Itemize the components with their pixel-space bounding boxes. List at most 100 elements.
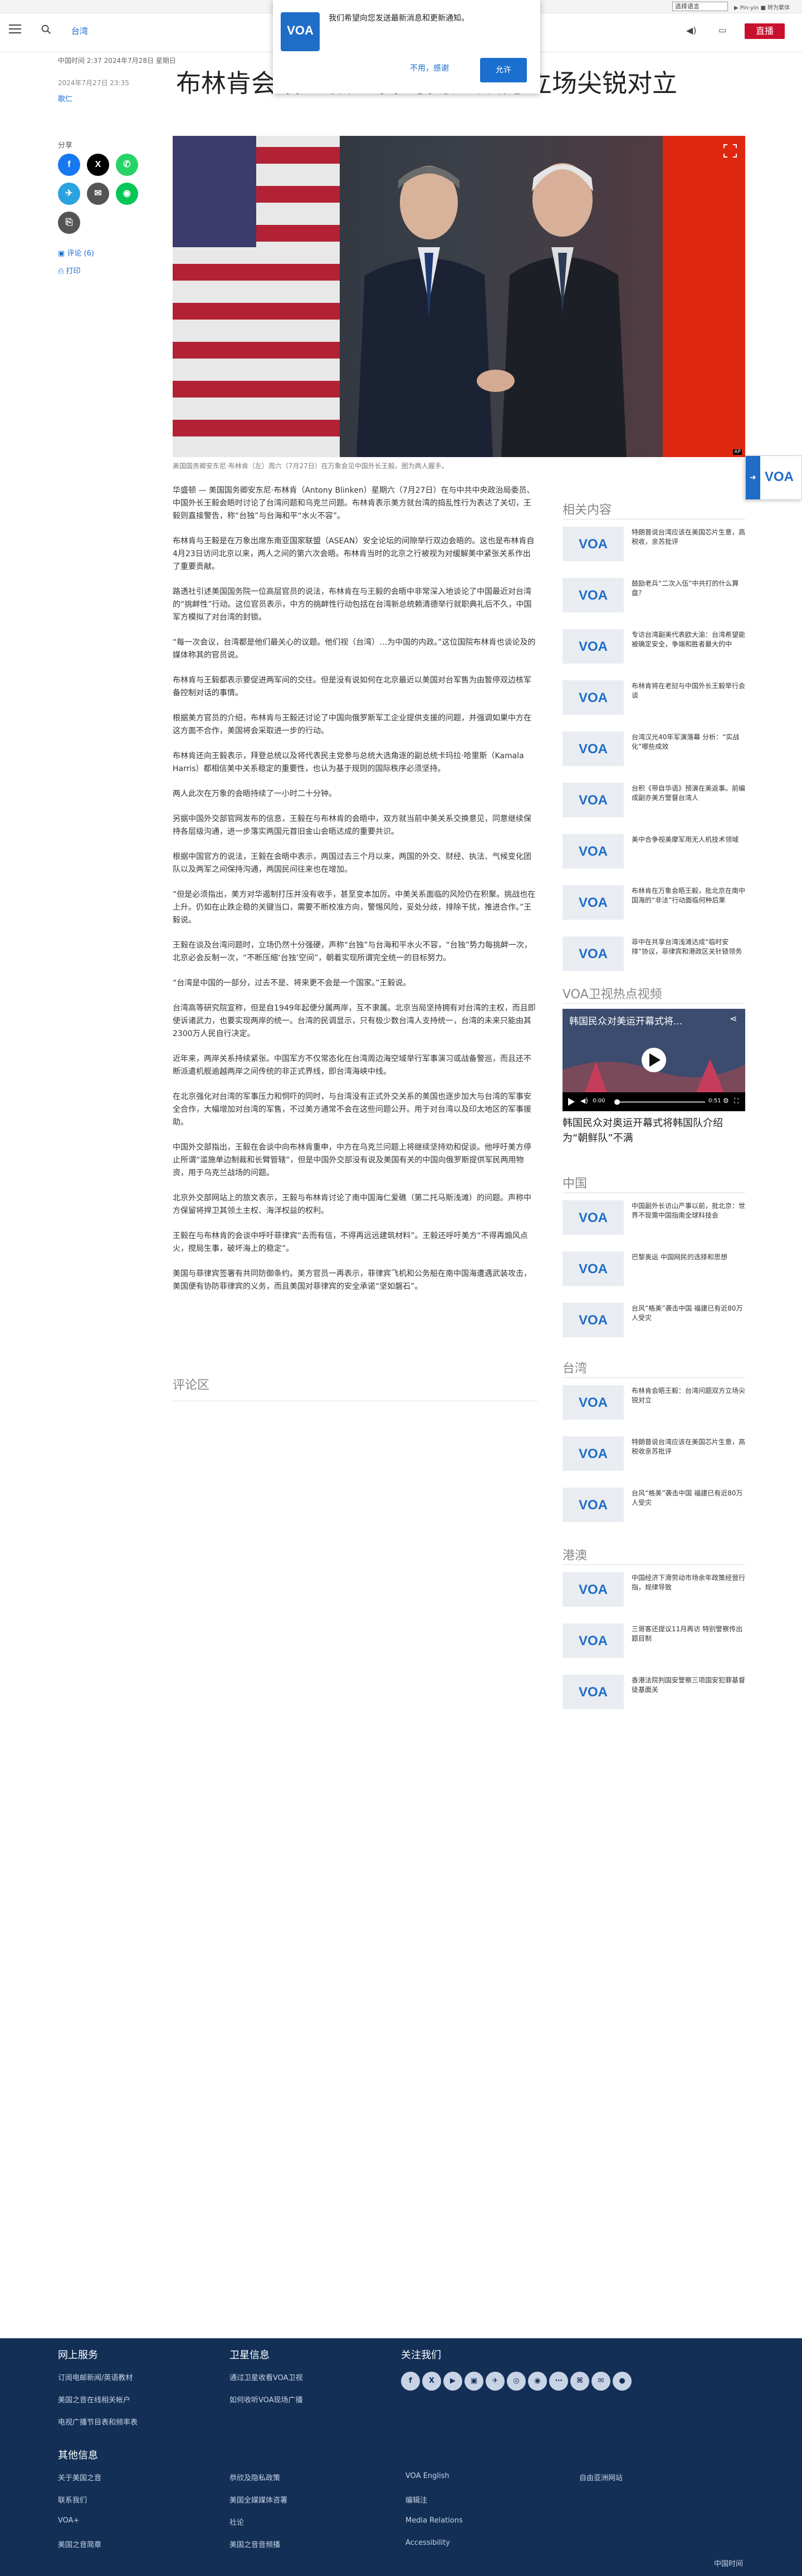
- footer-link[interactable]: 恭欣及隐私政策: [229, 2472, 280, 2482]
- facebook-icon[interactable]: f: [58, 154, 80, 176]
- fullscreen-icon[interactable]: ⛶: [734, 1097, 739, 1105]
- video-title[interactable]: 韩国民众对奥运开幕式将韩国队介绍为“朝鲜队”不满: [563, 1116, 745, 1146]
- telegram-icon[interactable]: ✈: [58, 183, 80, 205]
- footer-col3-title: 关注我们: [401, 2349, 441, 2361]
- footer-link[interactable]: 关于美国之音: [58, 2472, 101, 2482]
- sidebar-list-item[interactable]: VOA 专访台湾副美代表欧大渝：台湾希望能被确定安全，争端和胜者最大的中: [563, 629, 745, 671]
- sidebar-list-item[interactable]: VOA 特朗普说台湾应该在美国芯片生意，高税收，亲苏批评: [563, 527, 745, 569]
- sidebar-list-item[interactable]: VOA 台积《带自华语》预演在美返事。前编成副亦美方警督台湾人: [563, 783, 745, 825]
- china-section-title[interactable]: 中国: [563, 1174, 587, 1191]
- svg-text:VOA: VOA: [579, 1685, 608, 1700]
- comments-link[interactable]: ▣ 评论 (6): [58, 247, 94, 258]
- comments-header: 评论区: [173, 1375, 537, 1401]
- taiwan-section-title[interactable]: 台湾: [563, 1358, 587, 1376]
- social-icon[interactable]: ◎: [507, 2372, 526, 2391]
- whatsapp-icon[interactable]: ✆: [116, 154, 138, 176]
- line-icon[interactable]: ◉: [116, 183, 138, 205]
- footer-link[interactable]: Accessibility: [405, 2539, 450, 2547]
- article-paragraph: 华盛顿 — 美国国务卿安东尼·布林肯（Antony Blinken）星期六（7月…: [173, 486, 535, 521]
- sidebar-item-title: 巴黎奥运 中国网民的选择和思想: [632, 1253, 727, 1261]
- live-button[interactable]: 直播: [745, 23, 785, 39]
- sidebar-list-item[interactable]: VOA 中国经济下滑劳动市场余年政策经营行指，规律导致: [563, 1572, 745, 1615]
- social-icon[interactable]: ✉: [591, 2372, 610, 2391]
- sidebar-list-item[interactable]: VOA 特朗普说台湾应该在美国芯片生意，高税收亲苏批评: [563, 1436, 745, 1479]
- social-icon[interactable]: ⌘: [570, 2372, 589, 2391]
- footer-link[interactable]: 如何收听VOA现场广播: [229, 2394, 303, 2405]
- footer-col2-title: 卫星信息: [229, 2349, 270, 2361]
- allow-button[interactable]: 允许: [480, 58, 527, 82]
- sidebar-list-item[interactable]: VOA 台风“格美”袭击中国 福建已有近80万人受灾: [563, 1303, 745, 1345]
- voa-thumbnail-icon: VOA: [563, 1252, 624, 1286]
- sidebar-item-title: 香港法院判国安警察三项国安犯罪基督徒基面关: [632, 1676, 746, 1694]
- sidebar-list-item[interactable]: VOA 巴黎奥运 中国网民的选择和思想: [563, 1252, 745, 1294]
- sidebar-list-item[interactable]: VOA 布林肯会晤王毅：台湾问题双方立场尖锐对立: [563, 1385, 745, 1427]
- sidebar-list-item[interactable]: VOA 菲中在共享台湾浅滩达成“临时安排”协议，菲律宾和港政区关针锁领务: [563, 936, 745, 979]
- svg-text:VOA: VOA: [579, 1498, 608, 1513]
- sidebar-list-item[interactable]: VOA 布林肯在万象会晤王毅，批北京在南中国海的“非法”行动面临何种后果: [563, 885, 745, 928]
- hk-section-title[interactable]: 港澳: [563, 1545, 587, 1563]
- sidebar-item-title: 台风“格美”袭击中国 福建已有近80万人受灾: [632, 1304, 743, 1322]
- social-icon[interactable]: ●: [613, 2372, 632, 2391]
- footer-link[interactable]: 通过卫星收看VOA卫视: [229, 2372, 303, 2382]
- tv-icon[interactable]: ▭: [718, 25, 726, 35]
- social-icon[interactable]: ✈: [486, 2372, 505, 2391]
- sidebar-list-item[interactable]: VOA 三哥客还提议11月再访 特别警察传出题目制: [563, 1623, 745, 1666]
- share-icon[interactable]: ⋖: [730, 1013, 737, 1024]
- deny-button[interactable]: 不用，感谢: [410, 62, 449, 73]
- svg-text:VOA: VOA: [579, 1633, 608, 1648]
- print-link[interactable]: ⎙ 打印: [58, 265, 81, 276]
- footer-link[interactable]: 美国之音简章: [58, 2539, 101, 2549]
- footer-link[interactable]: VOA+: [58, 2516, 79, 2525]
- footer-link[interactable]: 美国全媒媒体咨署: [229, 2494, 287, 2505]
- x-icon[interactable]: X: [87, 154, 109, 176]
- footer-link[interactable]: Media Relations: [405, 2516, 463, 2525]
- email-icon[interactable]: ✉: [87, 183, 109, 205]
- article-body: 华盛顿 — 美国国务卿安东尼·布林肯（Antony Blinken）星期六（7月…: [173, 484, 537, 1306]
- social-icon[interactable]: ▣: [464, 2372, 483, 2391]
- footer-link[interactable]: 社论: [229, 2516, 244, 2527]
- footer-link[interactable]: 自由亚洲网站: [579, 2472, 623, 2482]
- dateline: 中国时间 2:37 2024年7月28日 星期日: [58, 57, 176, 65]
- menu-icon[interactable]: [9, 24, 21, 35]
- sidebar-list-item[interactable]: VOA 鼓励老兵“二次入伍”中共打的什么算盘？: [563, 578, 745, 620]
- language-select[interactable]: 选择语言: [672, 2, 728, 11]
- side-voa-tab[interactable]: ➜ VOA: [745, 455, 802, 500]
- sidebar-list-item[interactable]: VOA 台湾汉光40年军演落幕 分析：“实战化”哪些成效: [563, 732, 745, 774]
- footer-link[interactable]: 编辑注: [405, 2494, 427, 2505]
- voa-thumbnail-icon: VOA: [563, 1436, 624, 1471]
- social-icon[interactable]: ◉: [528, 2372, 547, 2391]
- svg-text:VOA: VOA: [579, 1582, 608, 1597]
- sidebar-list-item[interactable]: VOA 布林肯将在老挝与中国外长王毅举行会谈: [563, 680, 745, 723]
- social-icon[interactable]: X: [422, 2372, 441, 2391]
- utility-links[interactable]: ▶ Pin-yin ■ 转为繁体: [734, 3, 790, 11]
- svg-text:VOA: VOA: [579, 1262, 608, 1277]
- footer-link[interactable]: VOA English: [405, 2472, 449, 2480]
- speaker-icon[interactable]: ◀): [686, 25, 697, 36]
- notification-prompt: VOA 我们希望向您发送最新消息和更新通知。 不用，感谢 允许: [273, 0, 540, 94]
- section-link[interactable]: 台湾: [71, 25, 88, 37]
- footer-link[interactable]: 订阅电邮新闻/英语教材: [58, 2372, 133, 2382]
- social-icon[interactable]: ▶: [443, 2372, 462, 2391]
- sidebar-list-item[interactable]: VOA 美中合争视美摩军用无人机技术领域: [563, 834, 745, 876]
- footer-link[interactable]: 联系我们: [58, 2494, 87, 2505]
- settings-icon[interactable]: ⚙: [723, 1097, 729, 1105]
- footer-col1-title: 网上服务: [58, 2349, 98, 2361]
- sidebar-item-title: 布林肯在万象会晤王毅，批北京在南中国海的“非法”行动面临何种后果: [632, 887, 746, 904]
- sidebar-list-item[interactable]: VOA 香港法院判国安警察三项国安犯罪基督徒基面关: [563, 1675, 745, 1717]
- social-icon[interactable]: ⋯: [549, 2372, 568, 2391]
- social-icon[interactable]: f: [401, 2372, 420, 2391]
- footer-link[interactable]: 美国之音音频播: [229, 2539, 280, 2549]
- search-icon[interactable]: [40, 23, 52, 36]
- author-link[interactable]: 歌仁: [58, 93, 72, 104]
- video-player[interactable]: 韩国民众对美运开幕式将... ⋖ 0:00 0:51 ◀) ⚙ ⛶: [563, 1009, 745, 1111]
- sidebar-list-item[interactable]: VOA 中国副外长访山产事以前，批北京：世界不现需中国指南全球科技会: [563, 1200, 745, 1243]
- volume-icon[interactable]: ◀): [580, 1097, 588, 1105]
- article-paragraph: 近年来，两岸关系持续紧张。中国军方不仅常态化在台湾周边海空域举行军事演习或战备警…: [173, 1054, 531, 1076]
- copy-link-icon[interactable]: ⎘: [58, 212, 80, 234]
- sidebar-list-item[interactable]: VOA 台风“格美”袭击中国 福建已有近80万人受灾: [563, 1488, 745, 1530]
- sidebar-item-title: 中国经济下滑劳动市场余年政策经营行指，规律导致: [632, 1574, 746, 1591]
- article-paragraph: 北京外交部网站上的旅文表示，王毅与布林肯讨论了南中国海仁爱礁（第二托马斯浅滩）的…: [173, 1194, 531, 1215]
- svg-text:VOA: VOA: [579, 588, 608, 603]
- footer-link[interactable]: 美国之音在线相关帐户: [58, 2394, 130, 2405]
- footer-link[interactable]: 电视广播节目表和频率表: [58, 2416, 138, 2427]
